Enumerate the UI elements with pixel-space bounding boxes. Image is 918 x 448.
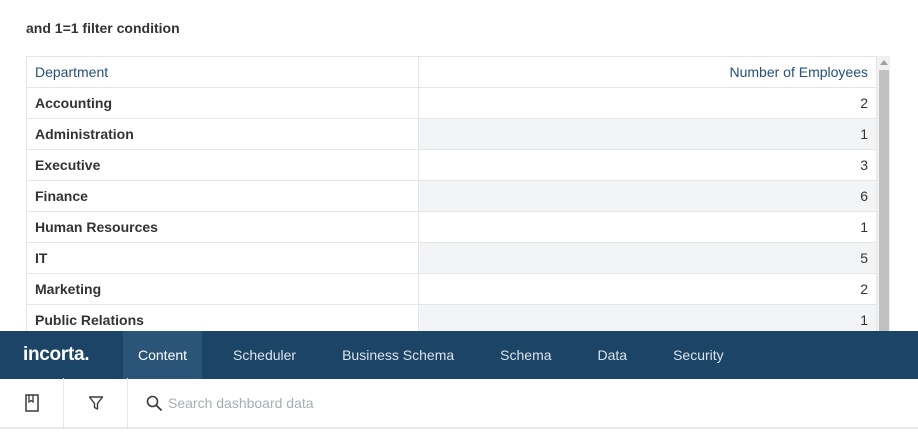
employee-count-cell: 5 bbox=[418, 242, 877, 274]
table-row: Accounting 2 bbox=[26, 87, 877, 119]
employee-count-cell: 1 bbox=[418, 118, 877, 150]
data-table: Department Number of Employees Accountin… bbox=[26, 56, 877, 331]
table-row: Finance 6 bbox=[26, 180, 877, 212]
employee-count-cell: 2 bbox=[418, 273, 877, 305]
bookmark-button[interactable] bbox=[0, 378, 64, 428]
filter-button[interactable] bbox=[64, 378, 128, 428]
department-cell: Accounting bbox=[26, 87, 419, 119]
nav-tab-scheduler[interactable]: Scheduler bbox=[202, 331, 319, 379]
table-row: Administration 1 bbox=[26, 118, 877, 150]
nav-tab-content[interactable]: Content bbox=[123, 331, 203, 379]
incorta-logo[interactable]: incorta. bbox=[0, 344, 123, 366]
nav-tab-security[interactable]: Security bbox=[650, 331, 747, 379]
department-cell: Executive bbox=[26, 149, 419, 181]
department-cell: Administration bbox=[26, 118, 419, 150]
search-bar[interactable] bbox=[128, 378, 918, 428]
column-header-department[interactable]: Department bbox=[26, 56, 419, 88]
employee-count-cell: 1 bbox=[418, 304, 877, 331]
department-cell: Public Relations bbox=[26, 304, 419, 331]
search-icon bbox=[146, 395, 162, 411]
employee-count-cell: 2 bbox=[418, 87, 877, 119]
column-header-employees[interactable]: Number of Employees bbox=[418, 56, 877, 88]
data-table-container: Department Number of Employees Accountin… bbox=[26, 56, 890, 331]
department-cell: Human Resources bbox=[26, 211, 419, 243]
insight-title: and 1=1 filter condition bbox=[26, 20, 180, 36]
department-cell: Marketing bbox=[26, 273, 419, 305]
table-scrollbar[interactable] bbox=[877, 56, 890, 331]
scrollbar-thumb[interactable] bbox=[879, 70, 889, 331]
nav-tab-schema[interactable]: Schema bbox=[477, 331, 574, 379]
department-cell: IT bbox=[26, 242, 419, 274]
dashboard-toolbar bbox=[0, 378, 918, 429]
employee-count-cell: 6 bbox=[418, 180, 877, 212]
table-row: Public Relations 1 bbox=[26, 304, 877, 331]
bookmark-icon bbox=[24, 394, 39, 412]
scroll-up-arrow-icon[interactable] bbox=[877, 56, 890, 69]
table-header-row: Department Number of Employees bbox=[26, 56, 877, 88]
top-navigation-bar: incorta. Content Scheduler Business Sche… bbox=[0, 331, 918, 379]
employee-count-cell: 3 bbox=[418, 149, 877, 181]
table-row: Executive 3 bbox=[26, 149, 877, 181]
search-input[interactable] bbox=[168, 395, 568, 411]
department-cell: Finance bbox=[26, 180, 419, 212]
employee-count-cell: 1 bbox=[418, 211, 877, 243]
nav-tab-data[interactable]: Data bbox=[575, 331, 651, 379]
table-row: Marketing 2 bbox=[26, 273, 877, 305]
filter-icon bbox=[88, 396, 103, 410]
table-row: IT 5 bbox=[26, 242, 877, 274]
nav-tab-business-schema[interactable]: Business Schema bbox=[319, 331, 477, 379]
table-row: Human Resources 1 bbox=[26, 211, 877, 243]
